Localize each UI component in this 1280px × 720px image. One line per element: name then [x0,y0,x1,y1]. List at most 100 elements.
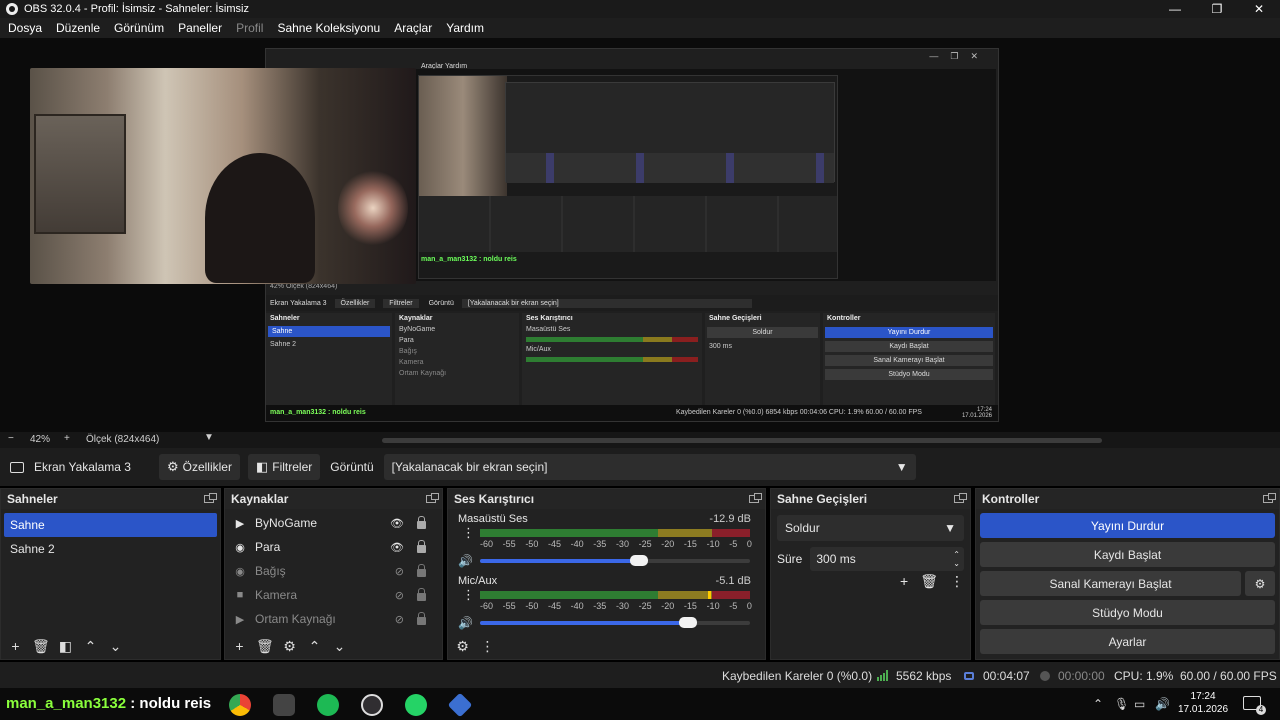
source-item[interactable]: ▶ Ortam Kaynağı ⊘ [225,607,442,631]
source-toolbar: Ekran Yakalama 3 ⚙ Özellikler ◧ Filtrele… [0,448,1280,486]
eye-hidden-icon[interactable]: ⊘ [395,613,404,626]
maximize-button[interactable]: ❐ [1196,0,1238,18]
more-icon[interactable]: ⋮ [479,638,496,655]
eye-hidden-icon[interactable]: ⊘ [395,565,404,578]
webcam-source [30,68,416,284]
obs-icon[interactable] [361,694,383,716]
chrome-icon[interactable] [229,694,251,716]
add-icon[interactable]: + [7,638,24,654]
menu-profile[interactable]: Profil [236,21,263,35]
undock-icon[interactable] [426,493,439,503]
lock-icon[interactable] [417,516,426,529]
preview-canvas[interactable]: —❐✕ Araçlar Yardım man_a_man3132 : noldu… [0,38,1280,432]
fairy-lights [338,168,408,248]
eye-hidden-icon[interactable]: ⊘ [395,589,404,602]
undock-icon[interactable] [1263,493,1276,503]
meter-scale: -60 -55 -50 -45 -40 -35 -30 -25 -20 -15 -10 -5 0 [480,601,752,611]
source-item[interactable]: ▶ ByNoGame 👁 [225,511,442,535]
move-up-icon[interactable]: ⌃ [306,638,323,655]
volume-slider[interactable] [480,617,750,628]
more-icon[interactable]: ⋮ [950,573,964,590]
source-label: ByNoGame [255,516,318,530]
zoom-out-button[interactable]: − [8,433,14,444]
chat-overlay: man_a_man3132 : noldu reis [6,695,211,712]
transition-select[interactable]: Soldur ▼ [777,515,964,541]
obs-logo-icon [6,3,18,15]
app-icon[interactable] [447,692,473,718]
filter-icon[interactable]: ◧ [57,638,74,655]
trash-icon[interactable]: 🗑 [920,573,938,590]
more-icon[interactable]: ⋮ [462,526,475,539]
nested-inner-overlay: man_a_man3132 : noldu reis [421,256,517,263]
more-icon[interactable]: ⋮ [462,588,475,601]
settings-button[interactable]: Ayarlar [980,629,1275,654]
eye-icon[interactable]: 👁 [390,517,404,530]
spinner-icon[interactable]: ⌃ ⌄ [953,550,964,568]
speaker-icon[interactable]: 🔊 [458,554,473,568]
whatsapp-icon[interactable] [405,694,427,716]
lock-icon[interactable] [417,540,426,553]
filters-button[interactable]: ◧ Filtreler [247,454,321,480]
menu-help[interactable]: Yardım [446,21,484,35]
move-down-icon[interactable]: ⌄ [107,638,124,655]
volume-slider-knob[interactable] [679,617,697,628]
volume-icon[interactable]: 🔊 [1155,697,1170,711]
eye-icon[interactable]: 👁 [390,541,404,554]
spotify-icon[interactable] [317,694,339,716]
virtual-camera-settings-button[interactable]: ⚙ [1245,571,1275,596]
network-icon[interactable]: ▭ [1134,697,1145,711]
zoom-bar: − 42% + Ölçek (824x464) ▼ [0,432,1280,448]
volume-slider-knob[interactable] [630,555,648,566]
close-button[interactable]: ✕ [1238,0,1280,18]
duration-input[interactable]: 300 ms ⌃ ⌄ [810,547,964,571]
display-select[interactable]: [Yakalanacak bir ekran seçin] ▼ [383,454,916,480]
start-virtual-camera-button[interactable]: Sanal Kamerayı Başlat [980,571,1241,596]
gear-icon[interactable]: ⚙ [454,638,471,655]
speaker-icon[interactable]: 🔊 [458,616,473,630]
undock-icon[interactable] [204,493,217,503]
app-icon[interactable] [273,694,295,716]
source-item[interactable]: ■ Kamera ⊘ [225,583,442,607]
undock-icon[interactable] [954,493,967,503]
start-recording-button[interactable]: Kaydı Başlat [980,542,1275,567]
move-down-icon[interactable]: ⌄ [331,638,348,655]
menu-view[interactable]: Görünüm [114,21,164,35]
notification-icon[interactable]: 4 [1243,696,1266,715]
move-up-icon[interactable]: ⌃ [82,638,99,655]
clock[interactable]: 17:24 17.01.2026 [1178,690,1228,716]
studio-mode-button[interactable]: Stüdyo Modu [980,600,1275,625]
mixer-channel: Mic/Aux -5.1 dB ⋮ -60 -55 -50 -45 -40 -35 -30-… [448,571,765,633]
chevron-up-icon[interactable]: ⌃ [1093,697,1103,711]
menu-edit[interactable]: Düzenle [56,21,100,35]
menu-bar: Dosya Düzenle Görünüm Paneller Profil Sa… [0,18,1280,38]
properties-button[interactable]: ⚙ Özellikler [158,454,240,480]
menu-tools[interactable]: Araçlar [394,21,432,35]
microphone-icon[interactable]: 🎙 [1114,697,1129,711]
gear-icon[interactable]: ⚙ [281,638,298,655]
undock-icon[interactable] [749,493,762,503]
menu-file[interactable]: Dosya [8,21,42,35]
lock-icon[interactable] [417,564,426,577]
volume-slider[interactable] [480,555,750,566]
trash-icon[interactable]: 🗑 [32,638,50,655]
filters-label: Filtreler [272,460,313,474]
source-item[interactable]: ◉ Para 👁 [225,535,442,559]
trash-icon[interactable]: 🗑 [256,638,274,655]
stream-time: 00:04:07 [983,669,1030,683]
add-icon[interactable]: + [231,638,248,654]
stop-streaming-button[interactable]: Yayını Durdur [980,513,1275,538]
record-icon [1040,669,1050,683]
preview-scrollbar[interactable] [382,438,1102,443]
source-item[interactable]: ◉ Bağış ⊘ [225,559,442,583]
lock-icon[interactable] [417,588,426,601]
scene-item[interactable]: Sahne 2 [4,537,217,561]
nested-mixer: Ses Karıştırıcı Masaüstü Ses Mic/Aux [522,313,702,405]
scale-dropdown-icon[interactable]: ▼ [204,432,214,443]
add-icon[interactable]: + [900,573,908,590]
minimize-button[interactable]: — [1154,0,1196,18]
lock-icon[interactable] [417,612,426,625]
menu-scene-collection[interactable]: Sahne Koleksiyonu [277,21,380,35]
zoom-in-button[interactable]: + [64,433,70,444]
menu-docks[interactable]: Paneller [178,21,222,35]
scene-item[interactable]: Sahne [4,513,217,537]
